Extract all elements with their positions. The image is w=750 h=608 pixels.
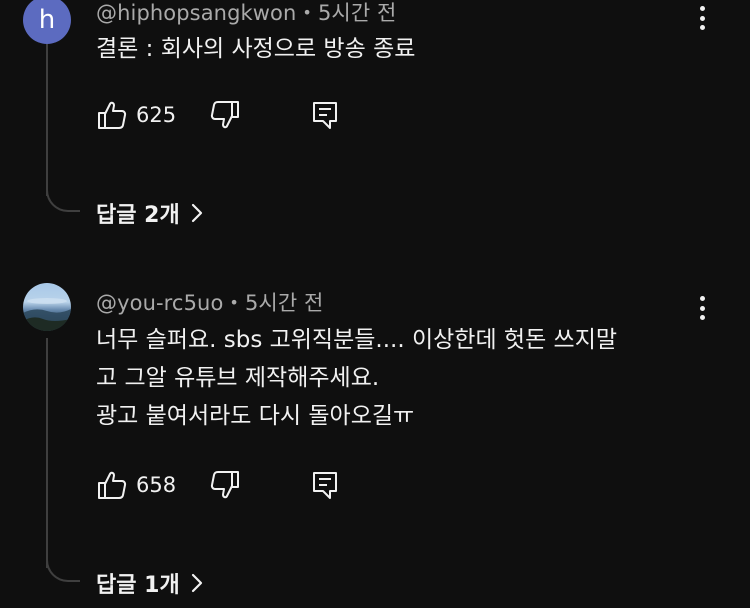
like-count: 625 [136, 103, 177, 127]
thread-line [46, 44, 48, 196]
comment-line: 고 그알 유튜브 제작해주세요. [96, 365, 380, 391]
comment-author[interactable]: @you-rc5uo [96, 291, 223, 315]
more-vert-icon[interactable] [690, 293, 714, 323]
meta-separator: • [229, 293, 239, 312]
reply-comment-icon[interactable] [310, 470, 340, 500]
thumbs-down-icon[interactable] [210, 470, 240, 500]
thread-line [46, 338, 48, 568]
comment-author[interactable]: @hiphopsangkwon [96, 1, 296, 25]
comment-header: @you-rc5uo • 5시간 전 [96, 287, 323, 317]
avatar[interactable] [23, 283, 71, 331]
avatar-letter: h [38, 5, 56, 35]
thread-line-curve [46, 186, 80, 212]
like-count: 658 [136, 473, 177, 497]
avatar-photo [23, 298, 71, 331]
view-replies-button[interactable]: 답글 1개 [96, 567, 204, 599]
chevron-right-icon [191, 573, 202, 593]
avatar[interactable]: h [23, 0, 71, 44]
comment-line: 결론 : 회사의 사정으로 방송 종료 [96, 36, 416, 62]
view-replies-button[interactable]: 답글 2개 [96, 197, 204, 229]
thumbs-down-icon[interactable] [210, 100, 240, 130]
comment-header: @hiphopsangkwon • 5시간 전 [96, 0, 396, 27]
reply-comment-icon[interactable] [310, 100, 340, 130]
thumbs-up-icon[interactable] [97, 470, 127, 500]
replies-label: 답글 1개 [96, 573, 180, 598]
more-vert-icon[interactable] [690, 3, 714, 33]
chevron-right-icon [191, 203, 202, 223]
comment-text: 결론 : 회사의 사정으로 방송 종료 [96, 30, 415, 68]
replies-label: 답글 2개 [96, 203, 180, 228]
comment-timestamp: 5시간 전 [317, 1, 397, 25]
comment-line: 너무 슬퍼요. sbs 고위직분들.... 이상한데 헛돈 쓰지말 [96, 327, 618, 353]
thread-line-curve [46, 556, 80, 582]
comment-text: 너무 슬퍼요. sbs 고위직분들.... 이상한데 헛돈 쓰지말 고 그알 유… [96, 321, 617, 435]
meta-separator: • [302, 3, 312, 22]
comment-line: 광고 붙여서라도 다시 돌아오길ㅠ [96, 403, 415, 429]
comment-timestamp: 5시간 전 [244, 291, 324, 315]
thumbs-up-icon[interactable] [97, 100, 127, 130]
